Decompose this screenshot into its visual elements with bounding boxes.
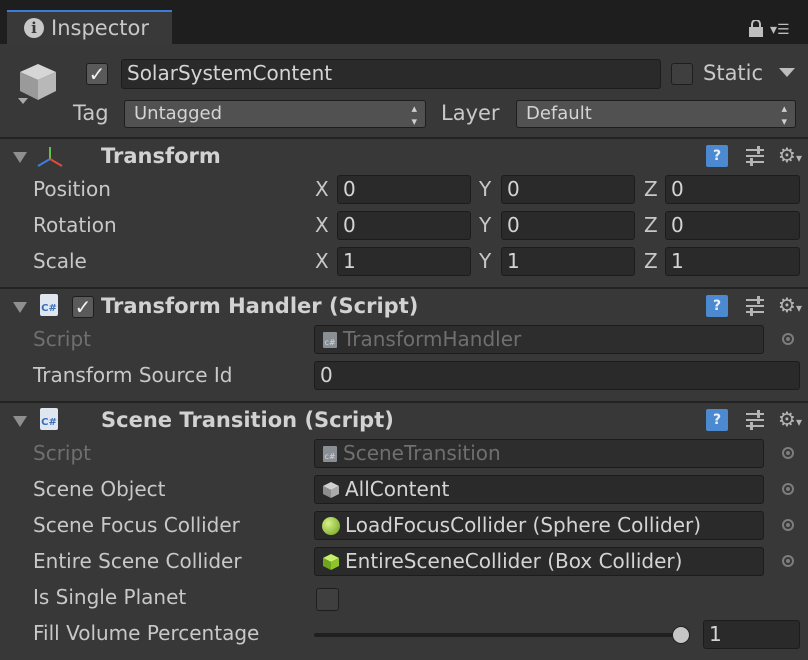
static-label: Static	[703, 61, 764, 85]
transform-source-id-label: Transform Source Id	[33, 363, 233, 387]
axis-y-label: Y	[479, 249, 492, 273]
axis-x-label: X	[315, 249, 329, 273]
fill-volume-slider-track[interactable]	[314, 633, 690, 637]
entire-scene-collider-field[interactable]: EntireSceneCollider (Box Collider)	[314, 547, 764, 576]
position-x-field[interactable]: 0	[337, 175, 471, 204]
script-label: Script	[33, 441, 92, 465]
tag-value: Untagged	[134, 103, 223, 124]
object-picker-icon[interactable]	[782, 483, 794, 495]
help-icon[interactable]: ?	[706, 295, 728, 317]
info-icon: i	[24, 18, 44, 38]
transform-title: Transform	[101, 144, 221, 168]
csharp-script-icon: C#	[40, 294, 58, 316]
axis-x-label: X	[315, 213, 329, 237]
foldout-arrow-icon[interactable]	[13, 416, 27, 427]
scale-y-field[interactable]: 1	[501, 247, 635, 276]
lock-icon[interactable]	[748, 20, 764, 38]
scale-x-field[interactable]: 1	[337, 247, 471, 276]
help-icon[interactable]: ?	[706, 409, 728, 431]
static-dropdown-icon[interactable]	[779, 68, 795, 77]
layer-value: Default	[526, 103, 592, 124]
dropdown-arrows-icon: ▴ ▾	[411, 102, 417, 128]
is-single-planet-checkbox[interactable]	[316, 588, 339, 611]
transform-axes-icon	[37, 147, 63, 167]
object-picker-icon[interactable]	[782, 519, 794, 531]
presets-icon[interactable]	[744, 145, 766, 167]
scene-transition-title: Scene Transition (Script)	[101, 408, 394, 432]
transform-handler-enabled-checkbox[interactable]: ✓	[72, 296, 94, 318]
object-picker-icon[interactable]	[782, 555, 794, 567]
foldout-arrow-icon[interactable]	[13, 302, 27, 313]
axis-y-label: Y	[479, 213, 492, 237]
box-collider-icon	[323, 554, 339, 570]
tab-inspector[interactable]: i Inspector	[7, 10, 172, 44]
layer-dropdown[interactable]: Default ▴ ▾	[516, 100, 796, 128]
position-label: Position	[33, 177, 111, 201]
position-y-field[interactable]: 0	[501, 175, 635, 204]
tab-menu-icon[interactable]: ▾☰	[770, 22, 790, 38]
fill-volume-slider-thumb[interactable]	[672, 626, 690, 644]
script-label: Script	[33, 327, 92, 351]
fill-volume-percentage-label: Fill Volume Percentage	[33, 621, 260, 645]
divider	[0, 137, 808, 139]
object-picker-icon[interactable]	[782, 447, 794, 459]
scene-object-label: Scene Object	[33, 477, 166, 501]
object-picker-icon[interactable]	[782, 333, 794, 345]
layer-label: Layer	[441, 101, 500, 125]
dropdown-arrows-icon: ▴ ▾	[781, 102, 787, 128]
gear-icon[interactable]: ⚙▾	[778, 144, 802, 169]
tag-label: Tag	[73, 101, 109, 125]
gameobject-icon	[323, 482, 339, 498]
script-value: TransformHandler	[343, 327, 522, 351]
rotation-z-field[interactable]: 0	[665, 211, 800, 240]
script-object-field: c# TransformHandler	[314, 325, 764, 354]
scale-z-field[interactable]: 1	[665, 247, 800, 276]
tag-dropdown[interactable]: Untagged ▴ ▾	[124, 100, 426, 128]
scale-label: Scale	[33, 249, 87, 273]
script-value: SceneTransition	[343, 441, 501, 465]
is-single-planet-label: Is Single Planet	[33, 585, 187, 609]
rotation-y-field[interactable]: 0	[501, 211, 635, 240]
tab-bar: i Inspector ▾☰	[0, 0, 808, 44]
gear-icon[interactable]: ⚙▾	[778, 408, 802, 433]
rotation-x-field[interactable]: 0	[337, 211, 471, 240]
transform-source-id-field[interactable]: 0	[314, 361, 800, 390]
active-checkbox[interactable]: ✓	[86, 63, 108, 85]
scene-object-field[interactable]: AllContent	[314, 475, 764, 504]
sphere-collider-icon	[322, 517, 340, 535]
gameobject-name-field[interactable]: SolarSystemContent	[121, 59, 661, 89]
entire-scene-collider-value: EntireSceneCollider (Box Collider)	[345, 549, 683, 573]
script-file-icon: c#	[323, 446, 337, 462]
help-icon[interactable]: ?	[706, 145, 728, 167]
tab-label: Inspector	[51, 16, 149, 40]
divider	[0, 401, 808, 403]
presets-icon[interactable]	[744, 295, 766, 317]
axis-x-label: X	[315, 177, 329, 201]
axis-z-label: Z	[644, 213, 658, 237]
fill-volume-field[interactable]: 1	[703, 620, 800, 649]
scene-object-value: AllContent	[345, 477, 450, 501]
script-file-icon: c#	[323, 332, 337, 348]
transform-handler-title: Transform Handler (Script)	[101, 294, 419, 318]
axis-z-label: Z	[644, 177, 658, 201]
position-z-field[interactable]: 0	[665, 175, 800, 204]
icon-dropdown-arrow[interactable]	[18, 98, 28, 104]
presets-icon[interactable]	[744, 409, 766, 431]
csharp-script-icon: C#	[40, 408, 58, 430]
entire-scene-collider-label: Entire Scene Collider	[33, 549, 242, 573]
scene-focus-collider-field[interactable]: LoadFocusCollider (Sphere Collider)	[314, 511, 764, 540]
scene-focus-collider-label: Scene Focus Collider	[33, 513, 240, 537]
axis-y-label: Y	[479, 177, 492, 201]
scene-focus-collider-value: LoadFocusCollider (Sphere Collider)	[345, 513, 702, 537]
axis-z-label: Z	[644, 249, 658, 273]
divider	[0, 287, 808, 289]
gear-icon[interactable]: ⚙▾	[778, 294, 802, 319]
rotation-label: Rotation	[33, 213, 117, 237]
static-checkbox[interactable]	[671, 63, 693, 85]
foldout-arrow-icon[interactable]	[13, 152, 27, 163]
script-object-field: c# SceneTransition	[314, 439, 764, 468]
